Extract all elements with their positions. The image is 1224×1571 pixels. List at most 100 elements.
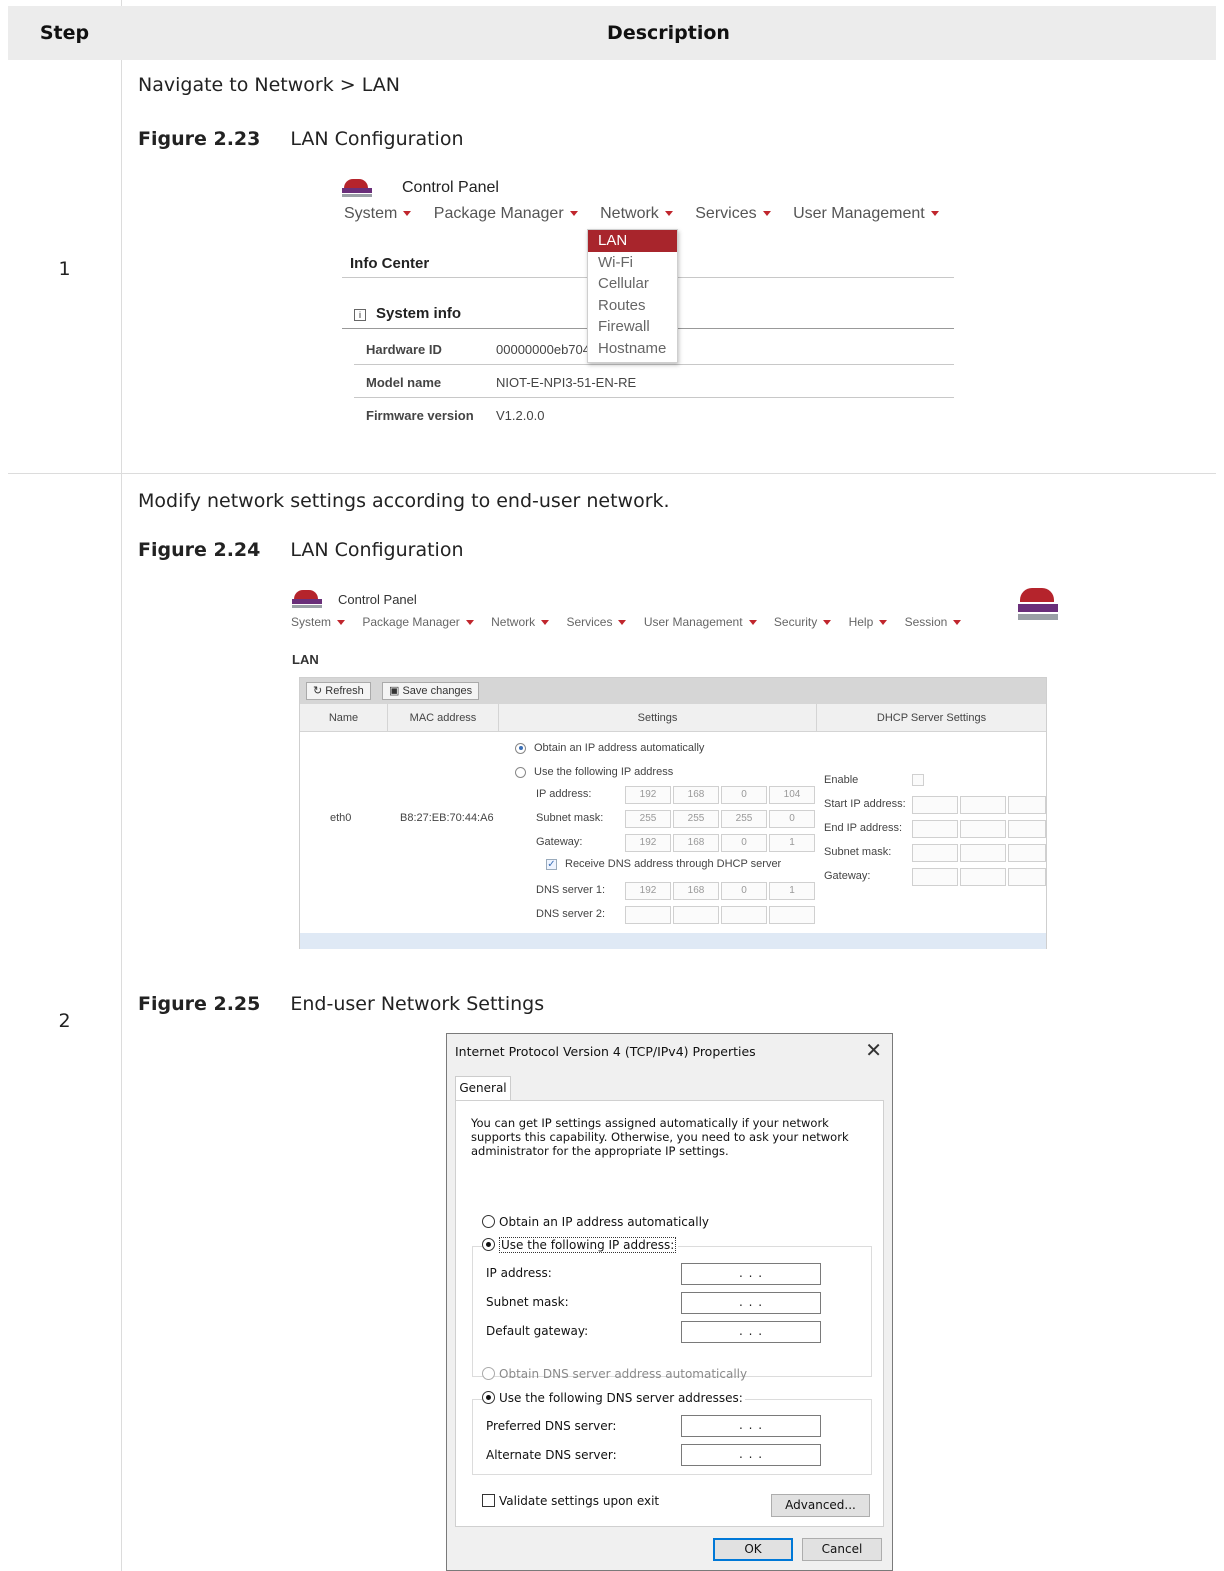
label-dns2: DNS server 2: [536,908,606,920]
ip-octet-1[interactable]: 192 [625,786,671,804]
dhcp-mask-octet-2[interactable] [960,844,1006,862]
dropdown-item-firewall[interactable]: Firewall [588,316,677,338]
menu-services[interactable]: Services [566,615,627,629]
figure-2-24-caption: Figure 2.24 LAN Configuration [138,539,464,561]
header-step: Step [39,22,90,44]
row-key-hardware-id: Hardware ID [366,342,442,357]
dropdown-item-cellular[interactable]: Cellular [588,273,677,295]
alternate-dns-field[interactable]: . . . [681,1444,821,1466]
menu-network[interactable]: Network [491,615,550,629]
dhcp-end-octet-3[interactable] [1008,820,1046,838]
row-value-hardware-id: 00000000eb704 [496,342,590,357]
dropdown-item-hostname[interactable]: Hostname [588,338,677,360]
menu-network[interactable]: Network [600,205,673,222]
menu-help[interactable]: Help [849,615,888,629]
dns1-octet-3[interactable]: 0 [721,882,767,900]
save-icon: ▣ [389,685,403,697]
chevron-down-icon [762,211,771,217]
dns2-octet-2[interactable] [673,906,719,924]
label-subnet-mask: Subnet mask: [536,812,604,824]
figure-2-25-caption: Figure 2.25 End-user Network Settings [138,993,544,1015]
dns1-octet-2[interactable]: 168 [673,882,719,900]
advanced-button[interactable]: Advanced... [771,1494,870,1517]
dhcp-gw-label: Gateway: [824,870,871,882]
gw-octet-2[interactable]: 168 [673,834,719,852]
tab-general[interactable]: General [455,1076,511,1101]
radio-obtain-ip-auto[interactable]: Obtain an IP address automatically [482,1215,709,1229]
radio-use-following-dns[interactable]: Use the following DNS server addresses: [482,1391,745,1405]
menu-package-manager[interactable]: Package Manager [362,615,474,629]
radio-use-following-ip[interactable]: Use the following IP address: [482,1237,679,1253]
dhcp-start-octet-2[interactable] [960,796,1006,814]
cancel-button[interactable]: Cancel [802,1538,882,1561]
radio-use-following[interactable]: Use the following IP address [515,766,673,778]
figure-number: Figure 2.24 [138,539,261,561]
dns2-octet-4[interactable] [769,906,815,924]
ip-address-field[interactable]: . . . [681,1263,821,1285]
refresh-button[interactable]: ↻ Refresh [306,682,371,700]
figure-caption: End-user Network Settings [290,993,545,1015]
radio-obtain-dns-auto[interactable]: Obtain DNS server address automatically [482,1367,747,1381]
ok-button[interactable]: OK [713,1538,793,1561]
chevron-down-icon [465,620,474,626]
chevron-down-icon [664,211,673,217]
dhcp-mask-octet-3[interactable] [1008,844,1046,862]
dhcp-gw-octet-2[interactable] [960,868,1006,886]
save-changes-button[interactable]: ▣ Save changes [382,682,480,700]
ip-octet-4[interactable]: 104 [769,786,815,804]
dropdown-item-wifi[interactable]: Wi-Fi [588,252,677,274]
dns1-octet-4[interactable]: 1 [769,882,815,900]
dropdown-item-lan[interactable]: LAN [588,230,677,252]
general-panel: You can get IP settings assigned automat… [455,1100,884,1527]
dialog-title: Internet Protocol Version 4 (TCP/IPv4) P… [455,1044,756,1059]
lan-config-screenshot: Control Panel System Package Manager Net… [288,586,1058,951]
section-title: Info Center [350,255,430,272]
gw-octet-4[interactable]: 1 [769,834,815,852]
dhcp-start-octet-3[interactable] [1008,796,1046,814]
menu-user-management[interactable]: User Management [644,615,757,629]
dhcp-end-label: End IP address: [824,822,903,834]
dns-dhcp-checkbox[interactable]: ✓ Receive DNS address through DHCP server [546,858,781,870]
mask-octet-3[interactable]: 255 [721,810,767,828]
dns2-octet-1[interactable] [625,906,671,924]
hilscher-logo-icon [342,179,372,199]
dns2-octet-3[interactable] [721,906,767,924]
menu-security[interactable]: Security [774,615,832,629]
dhcp-mask-octet-1[interactable] [912,844,958,862]
dhcp-gw-octet-3[interactable] [1008,868,1046,886]
close-icon[interactable]: ✕ [865,1038,882,1062]
dhcp-start-octet-1[interactable] [912,796,958,814]
header-description: Description [607,22,730,44]
mask-octet-2[interactable]: 255 [673,810,719,828]
label-dns1: DNS server 1: [536,884,606,896]
radio-obtain-auto[interactable]: Obtain an IP address automatically [515,742,704,754]
mask-octet-4[interactable]: 0 [769,810,815,828]
radio-icon [515,766,526,778]
grid-header: Name MAC address Settings DHCP Server Se… [300,704,1046,732]
menu-system[interactable]: System [344,205,412,222]
menu-package-manager[interactable]: Package Manager [434,205,578,222]
dropdown-item-routes[interactable]: Routes [588,295,677,317]
dhcp-end-octet-2[interactable] [960,820,1006,838]
gw-octet-3[interactable]: 0 [721,834,767,852]
default-gateway-field[interactable]: . . . [681,1321,821,1343]
ip-octet-2[interactable]: 168 [673,786,719,804]
gw-octet-1[interactable]: 192 [625,834,671,852]
dns1-octet-1[interactable]: 192 [625,882,671,900]
menu-system[interactable]: System [291,615,346,629]
dhcp-end-octet-1[interactable] [912,820,958,838]
menu-services[interactable]: Services [695,205,771,222]
preferred-dns-field[interactable]: . . . [681,1415,821,1437]
validate-checkbox[interactable]: Validate settings upon exit [482,1494,659,1508]
dhcp-gw-octet-1[interactable] [912,868,958,886]
mask-octet-1[interactable]: 255 [625,810,671,828]
menu-user-management[interactable]: User Management [793,205,939,222]
ip-octet-3[interactable]: 0 [721,786,767,804]
lan-grid: ↻ Refresh ▣ Save changes Name MAC addres… [299,677,1047,949]
menu-session[interactable]: Session [905,615,962,629]
chevron-down-icon [823,620,832,626]
subnet-mask-field[interactable]: . . . [681,1292,821,1314]
dhcp-start-label: Start IP address: [824,798,906,810]
dhcp-enable-checkbox[interactable] [912,774,924,786]
toolbar: ↻ Refresh ▣ Save changes [300,678,1046,704]
